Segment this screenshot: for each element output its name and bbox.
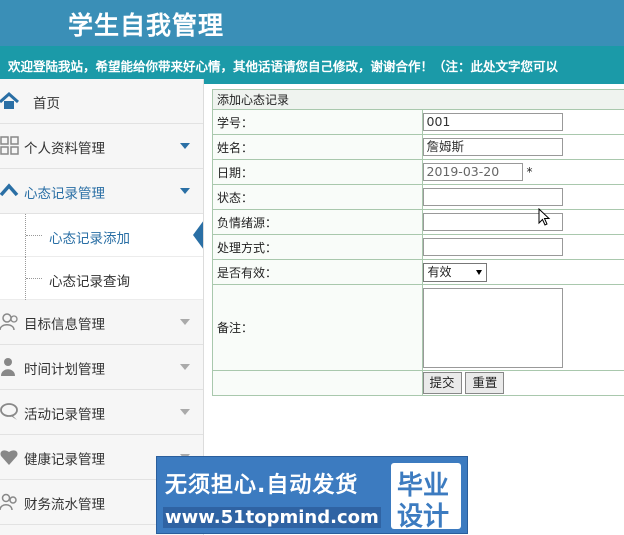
form-row-status: 状态： [212, 184, 624, 210]
sidebar-item-label: 财务流水管理 [24, 497, 105, 513]
date-input[interactable]: 2019-03-20 [422, 163, 523, 181]
user-icon [1, 358, 15, 376]
field-label: 备注： [212, 284, 423, 371]
field-label: 姓名： [212, 134, 423, 160]
sidebar-item-activity[interactable]: 活动记录管理 [0, 390, 203, 435]
sidebar-item-goals[interactable]: 目标信息管理 [0, 300, 203, 345]
home-icon [0, 91, 19, 109]
welcome-notice-text: 欢迎登陆我站，希望能给你带来好心情，其他话语请您自己修改，谢谢合作！（注：此处文… [8, 59, 559, 74]
form-row-valid: 是否有效： 有效 [212, 259, 624, 285]
form-caption: 添加心态记录 [212, 89, 624, 110]
validity-select-value: 有效 [427, 264, 452, 279]
sidebar-item-label: 健康记录管理 [24, 452, 105, 468]
field-label: 是否有效： [212, 259, 423, 285]
caret-down-icon [475, 269, 482, 275]
empty-cell [212, 370, 423, 396]
grid-icon [0, 136, 19, 155]
form-row-source: 负情绪源： [212, 209, 624, 235]
sidebar-item-label: 个人资料管理 [24, 141, 105, 157]
form-row-date: 日期： 2019-03-20 * [212, 159, 624, 185]
sidebar-item-home[interactable]: 首页 [0, 79, 203, 124]
student-id-input[interactable]: 001 [422, 113, 563, 131]
chevron-down-icon [180, 409, 190, 415]
tree-branch [26, 278, 42, 279]
chevron-down-icon [180, 364, 190, 370]
watermark-url: www.51topmind.com [163, 507, 381, 528]
form-row-actions: 提交 重置 [212, 370, 624, 396]
chevron-down-icon [180, 143, 190, 149]
watermark-line1: 无须担心.自动发货 [165, 473, 359, 498]
sidebar-subitem-label: 心态记录添加 [49, 231, 130, 247]
app-title: 学生自我管理 [68, 11, 225, 40]
sidebar-item-mood-records[interactable]: 心态记录管理 [0, 169, 203, 214]
sidebar-item-label: 活动记录管理 [24, 407, 105, 423]
remark-textarea[interactable] [422, 287, 563, 368]
sidebar-subitem-mood-add[interactable]: 心态记录添加 [0, 214, 203, 257]
form-row-handling: 处理方式： [212, 234, 624, 260]
sidebar-item-label: 目标信息管理 [24, 317, 105, 333]
validity-select[interactable]: 有效 [422, 262, 487, 282]
watermark-badge-line2: 设计 [397, 502, 450, 532]
sidebar-subitem-mood-query[interactable]: 心态记录查询 [0, 257, 203, 300]
mouse-cursor-icon [538, 208, 551, 226]
users-icon [0, 313, 18, 331]
sidebar-item-profile[interactable]: 个人资料管理 [0, 124, 203, 169]
field-label: 日期： [212, 159, 423, 185]
sidebar-item-label: 心态记录管理 [24, 186, 105, 202]
sidebar-item-label: 首页 [33, 96, 60, 112]
required-mark: * [526, 165, 533, 179]
sidebar-item-time-plan[interactable]: 时间计划管理 [0, 345, 203, 390]
watermark-badge: 毕业 设计 [391, 463, 461, 532]
heart-icon [0, 450, 18, 465]
field-label: 处理方式： [212, 234, 423, 260]
mood-record-form: 添加心态记录 学号： 001 姓名： 詹姆斯 日期： 2019-03-20 * 状… [212, 89, 624, 396]
chat-icon [0, 403, 18, 420]
app-header: 学生自我管理 [0, 0, 624, 46]
chevron-down-icon [180, 319, 190, 325]
submit-button[interactable]: 提交 [422, 372, 462, 394]
chevron-down-icon [180, 188, 190, 194]
watermark-banner: 无须担心.自动发货 www.51topmind.com 毕业 设计 [156, 456, 468, 534]
sidebar-subitem-label: 心态记录查询 [49, 274, 130, 290]
form-row-remark: 备注： [212, 284, 624, 371]
reset-button[interactable]: 重置 [465, 372, 505, 394]
field-label: 状态： [212, 184, 423, 210]
form-row-student-id: 学号： 001 [212, 109, 624, 135]
tree-branch [26, 235, 42, 236]
form-row-name: 姓名： 詹姆斯 [212, 134, 624, 160]
field-label: 负情绪源： [212, 209, 423, 235]
sidebar-item-label: 时间计划管理 [24, 362, 105, 378]
active-pointer-icon [193, 220, 203, 250]
field-label: 学号： [212, 109, 423, 135]
user-group-icon [0, 493, 17, 511]
chevron-up-icon [0, 183, 19, 197]
form-caption-row: 添加心态记录 [212, 89, 624, 110]
status-input[interactable] [422, 188, 563, 206]
handling-method-input[interactable] [422, 238, 563, 256]
name-input[interactable]: 詹姆斯 [422, 138, 563, 156]
